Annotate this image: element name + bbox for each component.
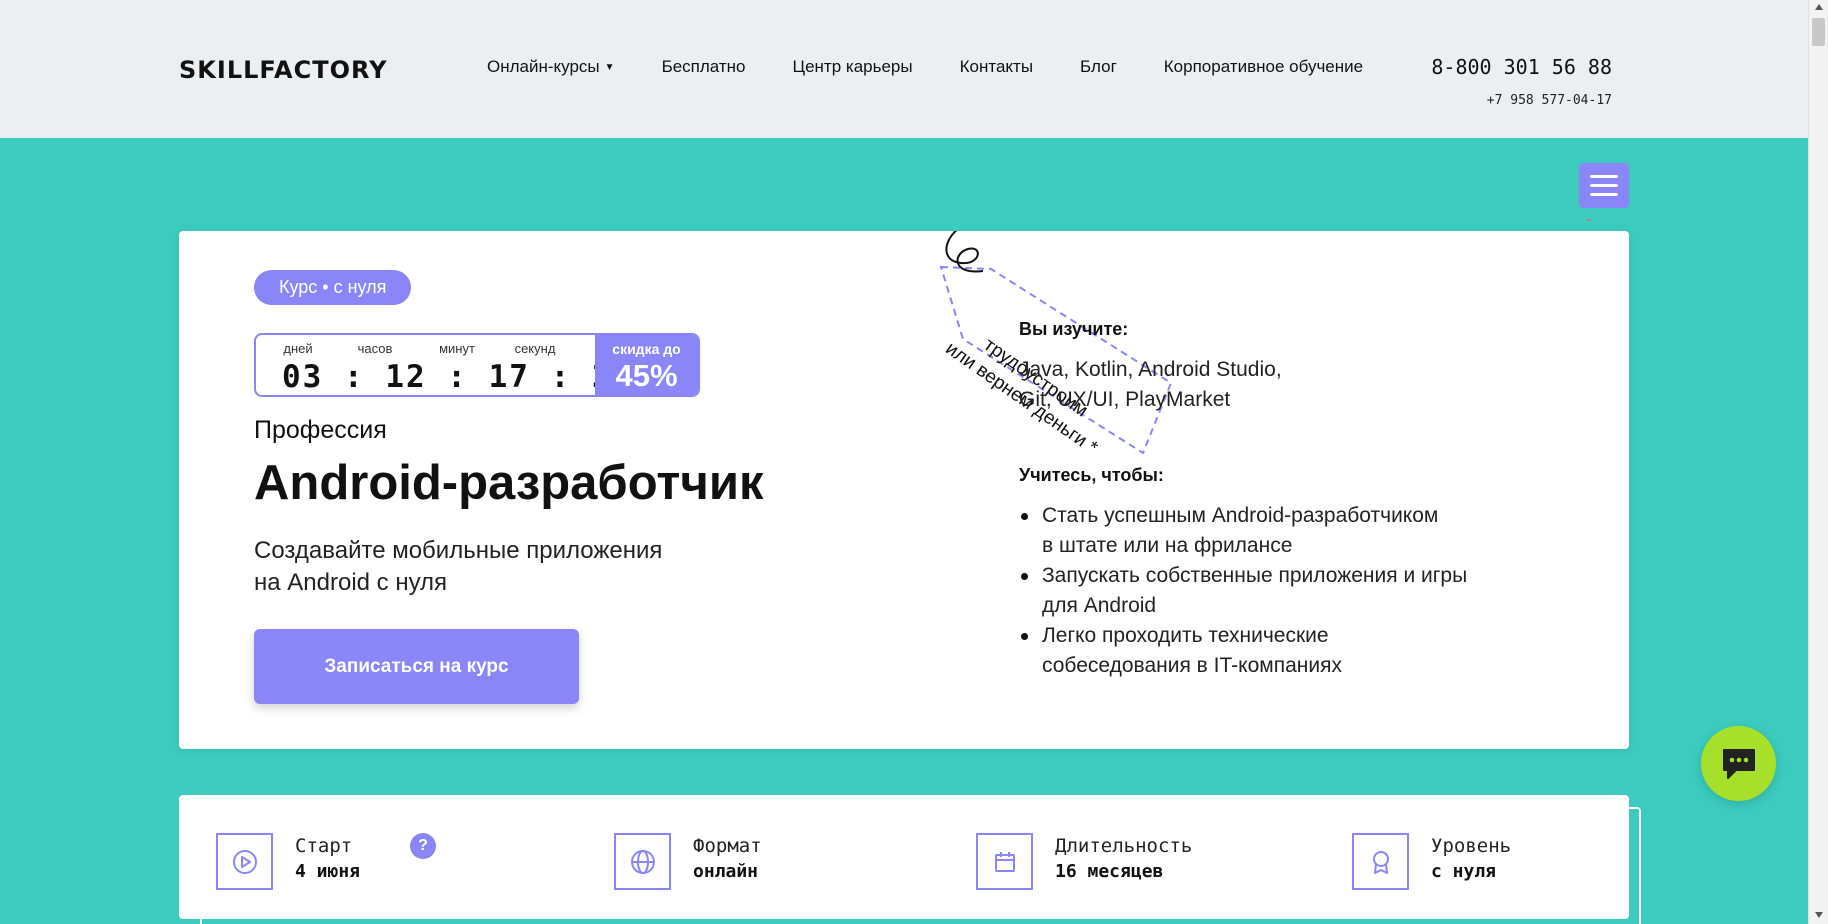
study-topics-line: Java, Kotlin, Android Studio, <box>1019 358 1282 381</box>
list-item-line: Запускать собственные приложения и игры <box>1042 564 1468 587</box>
hamburger-menu-button[interactable] <box>1579 163 1629 208</box>
timer-unit-minutes: минут <box>439 341 475 356</box>
hamburger-line <box>1590 175 1618 178</box>
scrollbar[interactable] <box>1808 0 1828 924</box>
scroll-thumb[interactable] <box>1812 18 1825 46</box>
discount-label: скидка до <box>612 341 681 357</box>
list-item-line: для Android <box>1042 594 1157 617</box>
award-icon <box>1352 833 1409 890</box>
list-item-line: Стать успешным Android-разработчиком <box>1042 504 1439 527</box>
decor-dot <box>1587 219 1591 221</box>
list-item: Запускать собственные приложения и игры д… <box>1019 561 1559 621</box>
study-topics-line: Git, UX/UI, PlayMarket <box>1019 388 1231 411</box>
calendar-icon <box>976 833 1033 890</box>
info-value: онлайн <box>693 861 759 882</box>
hero-subtitle-line: Создавайте мобильные приложения <box>254 537 663 564</box>
phone-main[interactable]: 8-800 301 56 88 <box>1392 55 1612 79</box>
hero-card: Курс • с нуля дней часов минут секунд 03… <box>179 231 1629 749</box>
main-nav: Онлайн-курсы ▼ Бесплатно Центр карьеры Ко… <box>487 57 1363 77</box>
profession-label: Профессия <box>254 416 387 444</box>
nav-career-center[interactable]: Центр карьеры <box>793 57 913 77</box>
phone-secondary[interactable]: +7 958 577-04-17 <box>1392 93 1612 108</box>
study-heading: Вы изучите: <box>1019 319 1129 339</box>
nav-online-courses-label: Онлайн-курсы <box>487 57 600 76</box>
hamburger-line <box>1590 184 1618 187</box>
chat-bubble-icon <box>1723 749 1755 779</box>
discount-box: скидка до 45% <box>595 335 698 395</box>
list-item: Легко проходить технические собеседования… <box>1019 621 1559 681</box>
list-item: Стать успешным Android-разработчиком в шт… <box>1019 501 1559 561</box>
goals-list: Стать успешным Android-разработчиком в шт… <box>1019 501 1559 681</box>
discount-value: 45% <box>615 358 678 393</box>
countdown-timer: дней часов минут секунд 03 : 12 : 17 : 2… <box>254 333 700 397</box>
nav-free[interactable]: Бесплатно <box>662 57 746 77</box>
info-label: Старт <box>295 835 353 857</box>
logo[interactable]: SKILLFACTORY <box>179 56 388 84</box>
nav-blog[interactable]: Блог <box>1080 57 1117 77</box>
enroll-button[interactable]: Записаться на курс <box>254 629 579 704</box>
info-label: Уровень <box>1431 835 1512 857</box>
page-title: Android-разработчик <box>254 456 764 510</box>
list-item-line: собеседования в IT-компаниях <box>1042 654 1342 677</box>
info-label: Формат <box>693 835 762 857</box>
list-item-line: Легко проходить технические <box>1042 624 1329 647</box>
help-icon[interactable]: ? <box>410 833 436 859</box>
list-item-line: в штате или на фрилансе <box>1042 534 1293 557</box>
scroll-up-arrow-icon[interactable] <box>1815 4 1823 10</box>
timer-unit-hours: часов <box>357 341 393 356</box>
scroll-down-arrow-icon[interactable] <box>1815 912 1823 918</box>
hero-subtitle: Создавайте мобильные приложения на Andro… <box>254 535 662 599</box>
timer-digits: 03 : 12 : 17 : 29 <box>282 359 634 395</box>
caret-down-icon: ▼ <box>604 62 615 74</box>
info-value: 16 месяцев <box>1055 861 1164 882</box>
course-info-strip: Старт ? 4 июня Формат онлайн Длительност… <box>179 795 1629 919</box>
chat-widget-button[interactable] <box>1701 726 1776 801</box>
nav-corporate[interactable]: Корпоративное обучение <box>1164 57 1363 77</box>
course-badge: Курс • с нуля <box>254 270 412 305</box>
play-circle-icon <box>216 833 273 890</box>
hero-subtitle-line: на Android с нуля <box>254 569 448 596</box>
nav-online-courses[interactable]: Онлайн-курсы ▼ <box>487 57 615 77</box>
info-value: 4 июня <box>295 861 361 882</box>
study-topics: Java, Kotlin, Android Studio, Git, UX/UI… <box>1019 355 1379 415</box>
info-label: Длительность <box>1055 835 1193 857</box>
timer-unit-seconds: секунд <box>514 341 556 356</box>
hamburger-line <box>1590 193 1618 196</box>
info-value: с нуля <box>1431 861 1497 882</box>
globe-icon <box>614 833 671 890</box>
timer-unit-days: дней <box>283 341 313 356</box>
nav-contacts[interactable]: Контакты <box>960 57 1033 77</box>
goals-heading: Учитесь, чтобы: <box>1019 465 1164 485</box>
site-header: SKILLFACTORY Онлайн-курсы ▼ Бесплатно Цен… <box>0 0 1808 138</box>
